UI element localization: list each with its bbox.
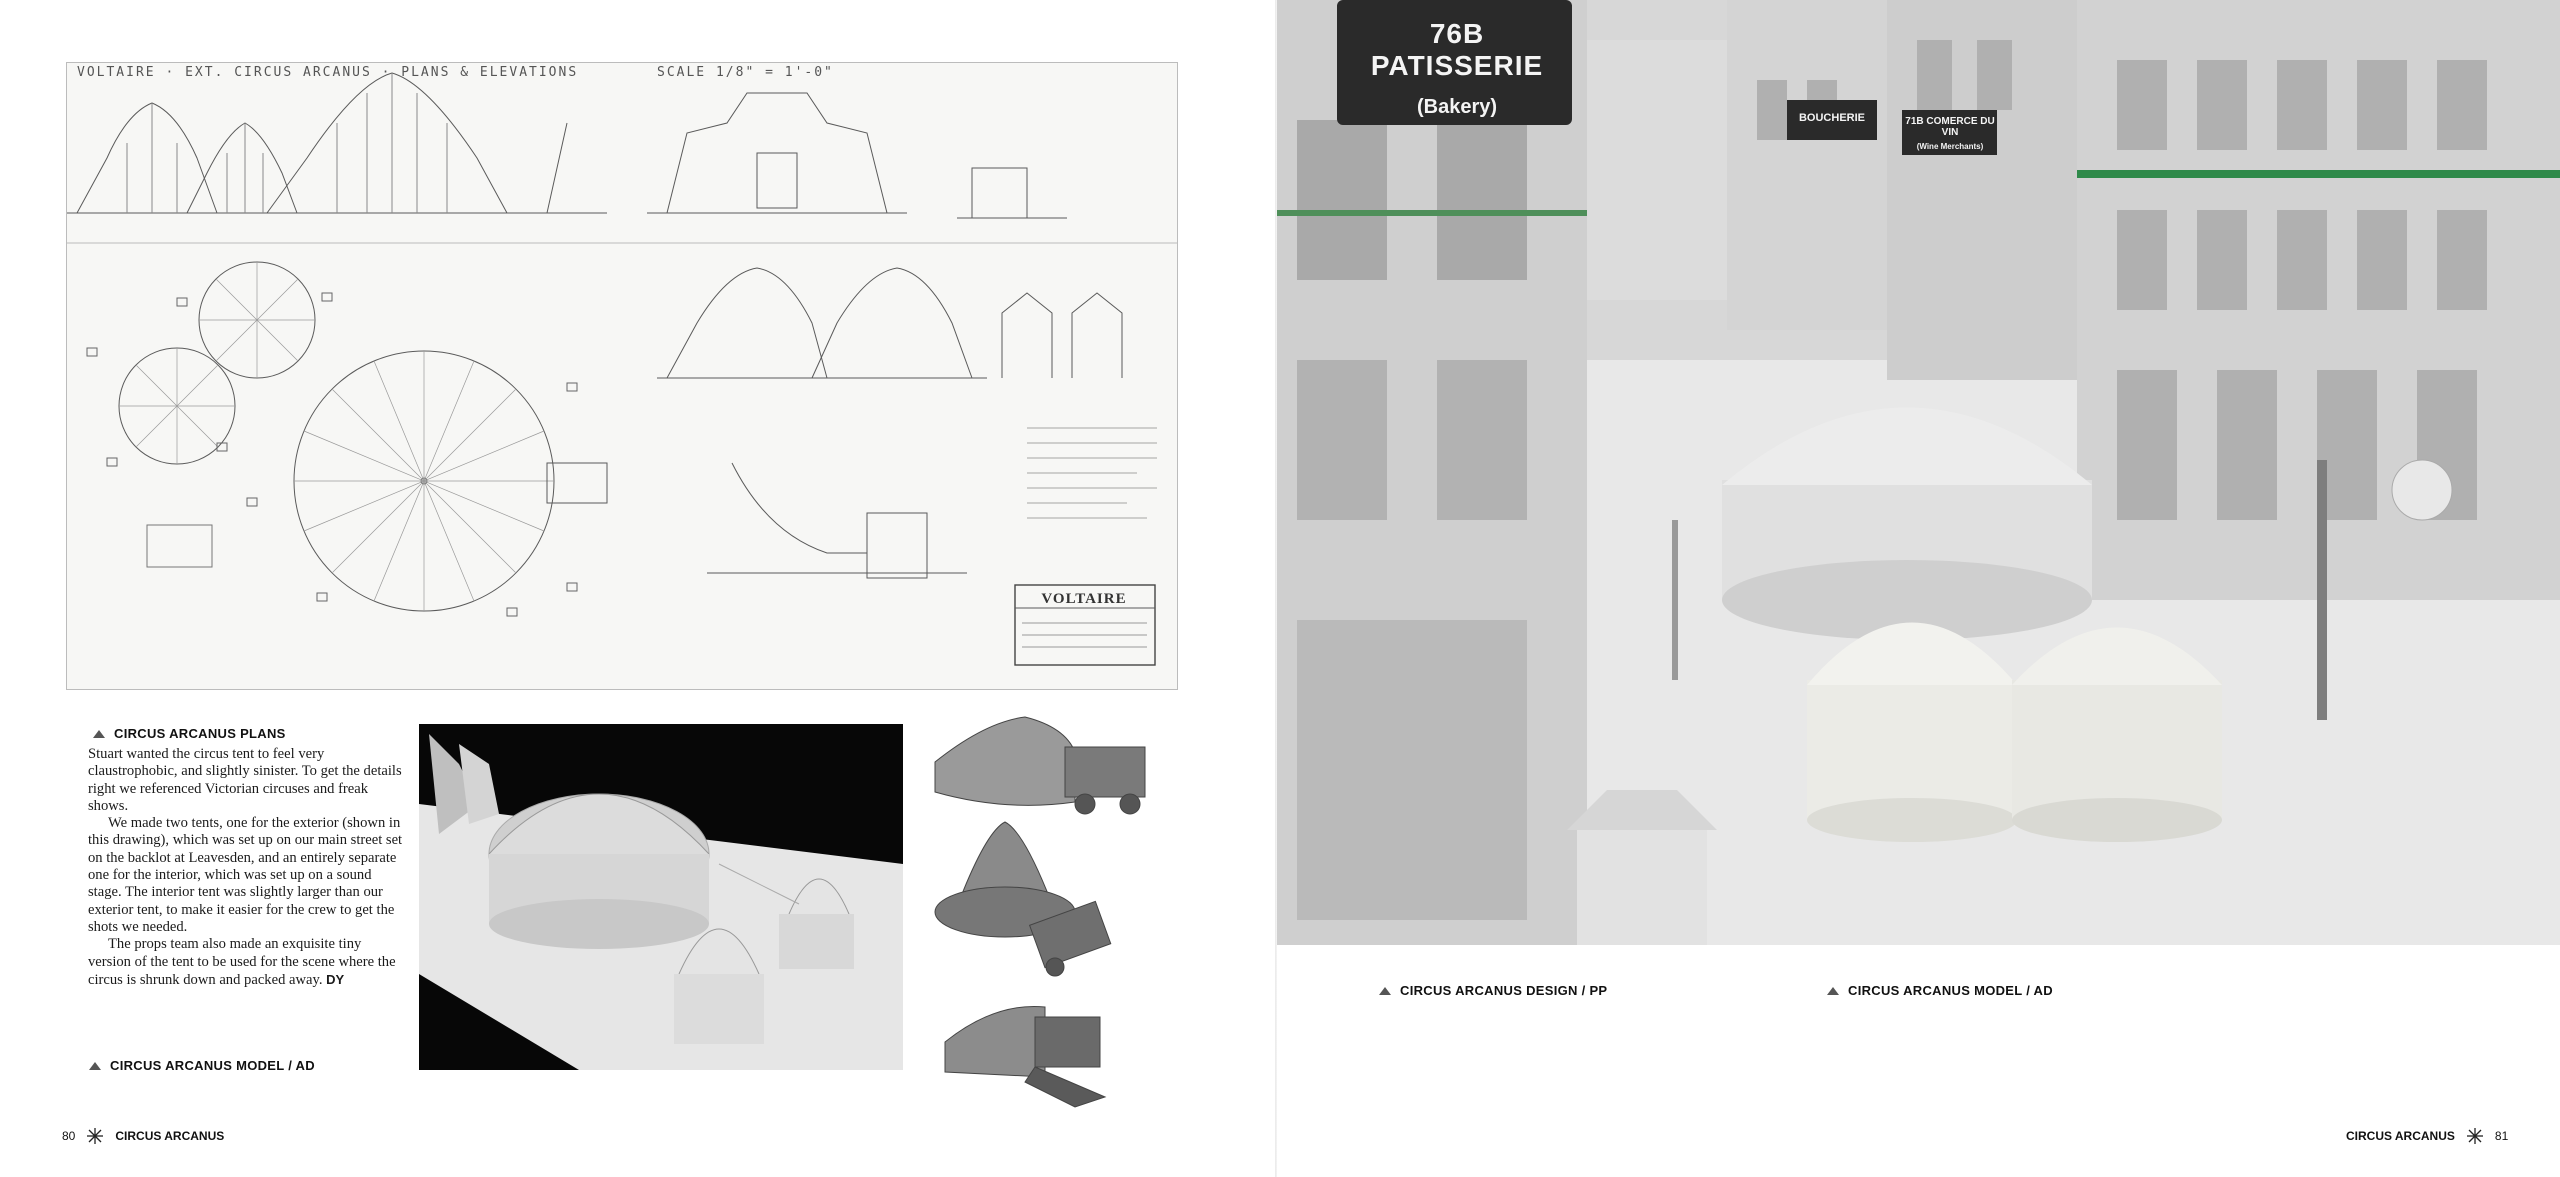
commerce-sign: 71B COMERCE DU VIN (Wine Merchants) xyxy=(1904,116,1996,151)
left-folio: 80 CIRCUS ARCANUS xyxy=(62,1128,224,1144)
left-page-number: 80 xyxy=(62,1129,76,1143)
tent-icon xyxy=(93,729,105,738)
star-icon xyxy=(87,1128,104,1144)
caption-design-right: CIRCUS ARCANUS DESIGN / PP xyxy=(1378,983,1607,998)
caption-model-left-label: CIRCUS ARCANUS MODEL / AD xyxy=(110,1058,315,1073)
caption-model-right: CIRCUS ARCANUS MODEL / AD xyxy=(1826,983,2053,998)
body-paragraph-1: Stuart wanted the circus tent to feel ve… xyxy=(88,746,402,814)
body-paragraph-2: We made two tents, one for the exterior … xyxy=(88,815,403,935)
left-page: VOLTAIRE · EXT. CIRCUS ARCANUS · PLANS &… xyxy=(0,0,1277,1177)
right-folio: CIRCUS ARCANUS 81 xyxy=(2346,1128,2508,1144)
caption-plans: CIRCUS ARCANUS PLANS xyxy=(92,726,286,741)
body-paragraph-3-text: The props team also made an exquisite ti… xyxy=(88,936,396,988)
blueprint-linework xyxy=(67,72,1177,666)
author-signature: DY xyxy=(326,971,345,987)
tent-model-photo xyxy=(419,724,903,1070)
commerce-sign-name: 71B COMERCE DU VIN xyxy=(1905,116,1995,138)
star-icon xyxy=(2466,1128,2483,1144)
boucherie-sign: BOUCHERIE xyxy=(1798,112,1865,124)
sketch-illustrations xyxy=(934,716,1146,1108)
body-text: Stuart wanted the circus tent to feel ve… xyxy=(88,746,404,989)
blueprint-drawing: VOLTAIRE · EXT. CIRCUS ARCANUS · PLANS &… xyxy=(66,62,1178,690)
patisserie-sign-sub: (Bakery) xyxy=(1416,96,1498,118)
caption-plans-label: CIRCUS ARCANUS PLANS xyxy=(114,726,286,741)
left-running-title: CIRCUS ARCANUS xyxy=(115,1129,225,1143)
body-paragraph-3: The props team also made an exquisite ti… xyxy=(88,936,404,989)
tent-icon xyxy=(1379,986,1391,995)
blueprint-stamp: VOLTAIRE xyxy=(1041,591,1127,607)
patisserie-sign: 76B PATISSERIE (Bakery) xyxy=(1347,18,1567,119)
patisserie-sign-name: 76B PATISSERIE xyxy=(1370,18,1544,81)
right-page-number: 81 xyxy=(2494,1129,2509,1143)
right-running-title: CIRCUS ARCANUS xyxy=(2346,1129,2455,1143)
tent-wagon-sketches xyxy=(925,712,1175,1122)
tent-model-illustration xyxy=(419,734,903,1070)
caption-model-right-label: CIRCUS ARCANUS MODEL / AD xyxy=(1848,983,2053,998)
tent-icon xyxy=(89,1061,101,1070)
commerce-sign-sub: (Wine Merchants) xyxy=(1916,142,1984,151)
caption-model-left: CIRCUS ARCANUS MODEL / AD xyxy=(88,1058,315,1073)
caption-design-right-label: CIRCUS ARCANUS DESIGN / PP xyxy=(1400,983,1608,998)
street-model-photo: 76B PATISSERIE (Bakery) BOUCHERIE 71B CO… xyxy=(1277,0,2560,945)
blueprint-scale: SCALE 1/8" = 1'-0" xyxy=(657,65,834,80)
tent-icon xyxy=(1827,986,1839,995)
blueprint-title: VOLTAIRE · EXT. CIRCUS ARCANUS · PLANS &… xyxy=(77,65,579,80)
